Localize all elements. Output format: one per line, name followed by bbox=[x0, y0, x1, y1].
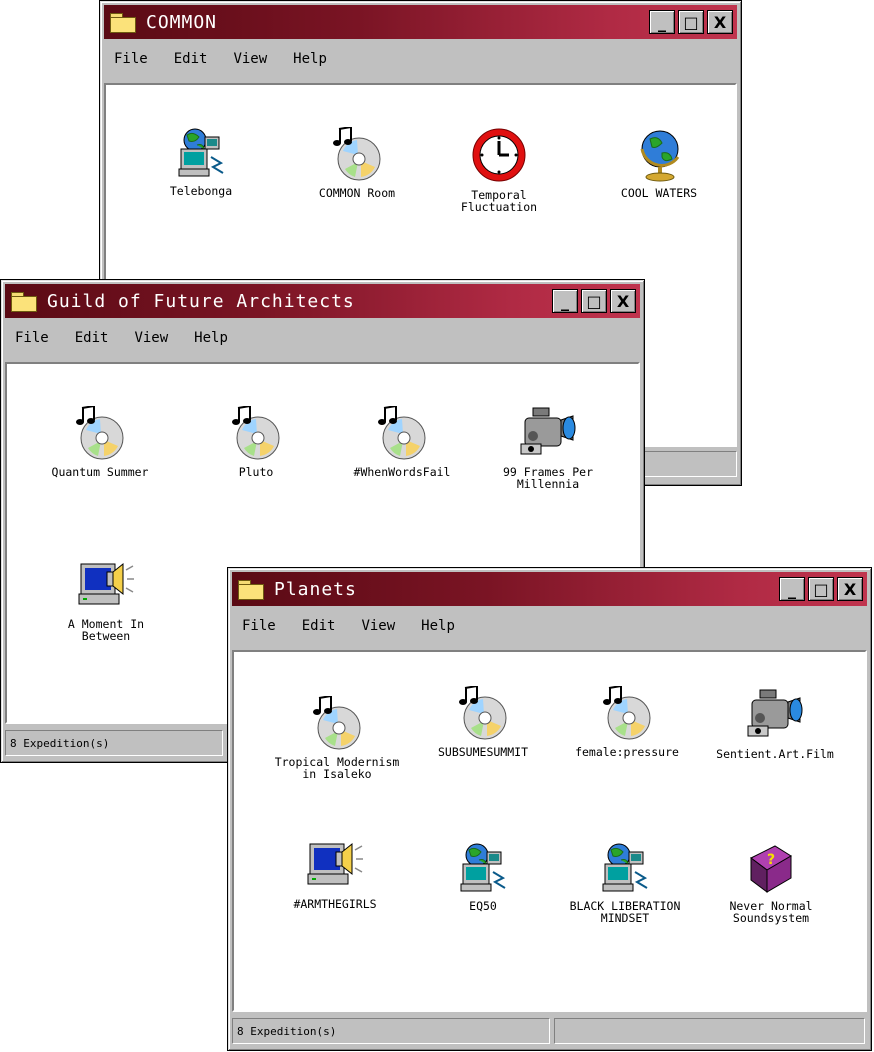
menu-bar: File Edit View Help bbox=[232, 608, 867, 644]
window-planets: Planets _ □ X File Edit View Help Tropic… bbox=[227, 567, 872, 1051]
menu-help[interactable]: Help bbox=[421, 618, 455, 634]
desktop-icon-female-pressure[interactable]: female:pressure bbox=[562, 686, 692, 758]
title-bar[interactable]: COMMON _ □ X bbox=[104, 5, 737, 39]
icon-label: Pluto bbox=[238, 465, 274, 479]
desktop-icon-eq50[interactable]: EQ50 bbox=[418, 842, 548, 912]
desktop-icon-black-liberation-mindset[interactable]: BLACK LIBERATION MINDSET bbox=[560, 842, 690, 924]
music-cd-icon bbox=[603, 686, 651, 740]
icon-label: Telebonga bbox=[169, 184, 233, 198]
title-bar[interactable]: Planets _ □ X bbox=[232, 572, 867, 606]
window-title: Planets bbox=[274, 578, 357, 600]
menu-file[interactable]: File bbox=[114, 51, 148, 67]
desktop-icon-99-frames[interactable]: 99 Frames Per Millennia bbox=[483, 406, 613, 490]
desktop-icon-never-normal-soundsystem[interactable]: ? Never Normal Soundsystem bbox=[706, 842, 836, 924]
desktop-icon-common-room[interactable]: COMMON Room bbox=[292, 127, 422, 199]
folder-icon bbox=[110, 12, 136, 33]
status-bar: 8 Expedition(s) bbox=[5, 730, 223, 756]
music-cd-icon bbox=[232, 406, 280, 460]
icon-label: Sentient.Art.Film bbox=[716, 747, 834, 761]
menu-view[interactable]: View bbox=[134, 330, 168, 346]
icon-label: COMMON Room bbox=[318, 186, 396, 200]
menu-edit[interactable]: Edit bbox=[75, 330, 109, 346]
menu-edit[interactable]: Edit bbox=[302, 618, 336, 634]
menu-bar: File Edit View Help bbox=[5, 320, 640, 356]
desktop-icon-armthegirls[interactable]: #ARMTHEGIRLS bbox=[270, 836, 400, 910]
icon-label: Temporal Fluctuation bbox=[460, 188, 538, 214]
status-text: 8 Expedition(s) bbox=[237, 1025, 337, 1038]
status-bar: 8 Expedition(s) bbox=[232, 1018, 550, 1044]
menu-view[interactable]: View bbox=[361, 618, 395, 634]
svg-text:?: ? bbox=[767, 852, 775, 868]
menu-file[interactable]: File bbox=[15, 330, 49, 346]
multimedia-computer-icon bbox=[78, 562, 134, 605]
globe-icon bbox=[640, 130, 680, 182]
icon-label: 99 Frames Per Millennia bbox=[502, 465, 593, 491]
network-computer-icon bbox=[460, 843, 506, 892]
minimize-button[interactable]: _ bbox=[552, 289, 578, 313]
music-cd-icon bbox=[378, 406, 426, 460]
multimedia-computer-icon bbox=[307, 842, 363, 885]
folder-icon bbox=[11, 291, 37, 312]
desktop-icon-a-moment-in-between[interactable]: A Moment In Between bbox=[41, 556, 171, 642]
menu-edit[interactable]: Edit bbox=[174, 51, 208, 67]
desktop-icon-temporal-fluctuation[interactable]: Temporal Fluctuation bbox=[434, 127, 564, 213]
status-bar-secondary bbox=[554, 1018, 865, 1044]
desktop-icon-quantum-summer[interactable]: Quantum Summer bbox=[35, 406, 165, 478]
maximize-button[interactable]: □ bbox=[581, 289, 607, 313]
icon-label: Quantum Summer bbox=[51, 465, 149, 479]
clock-icon bbox=[472, 128, 526, 182]
icon-label: female:pressure bbox=[575, 745, 679, 759]
icon-label: A Moment In Between bbox=[67, 617, 145, 643]
desktop-icon-pluto[interactable]: Pluto bbox=[191, 406, 321, 478]
icon-label: EQ50 bbox=[469, 899, 497, 913]
menu-help[interactable]: Help bbox=[194, 330, 228, 346]
minimize-button[interactable]: _ bbox=[779, 577, 805, 601]
music-cd-icon bbox=[313, 696, 361, 750]
maximize-button[interactable]: □ bbox=[808, 577, 834, 601]
icon-label: COOL WATERS bbox=[620, 186, 698, 200]
menu-help[interactable]: Help bbox=[293, 51, 327, 67]
window-title: COMMON bbox=[146, 11, 218, 33]
help-book-icon: ? bbox=[750, 845, 792, 893]
network-computer-icon bbox=[602, 843, 648, 892]
music-cd-icon bbox=[76, 406, 124, 460]
close-button[interactable]: X bbox=[837, 577, 863, 601]
minimize-button[interactable]: _ bbox=[649, 10, 675, 34]
desktop-icon-subsumesummit[interactable]: SUBSUMESUMMIT bbox=[418, 686, 548, 758]
music-cd-icon bbox=[459, 686, 507, 740]
menu-file[interactable]: File bbox=[242, 618, 276, 634]
folder-icon bbox=[238, 579, 264, 600]
network-computer-icon bbox=[178, 128, 224, 177]
menu-view[interactable]: View bbox=[233, 51, 267, 67]
icon-label: #ARMTHEGIRLS bbox=[293, 897, 377, 911]
close-button[interactable]: X bbox=[707, 10, 733, 34]
video-camera-icon bbox=[747, 689, 803, 737]
close-button[interactable]: X bbox=[610, 289, 636, 313]
desktop-icon-tropical-modernism[interactable]: Tropical Modernism in Isaleko bbox=[272, 696, 402, 780]
status-text: 8 Expedition(s) bbox=[10, 737, 110, 750]
maximize-button[interactable]: □ bbox=[678, 10, 704, 34]
window-title: Guild of Future Architects bbox=[47, 290, 355, 312]
desktop-icon-whenwordsfail[interactable]: #WhenWordsFail bbox=[337, 406, 467, 478]
icon-label: Tropical Modernism in Isaleko bbox=[274, 755, 400, 781]
icon-label: #WhenWordsFail bbox=[353, 465, 451, 479]
icon-label: BLACK LIBERATION MINDSET bbox=[569, 899, 681, 925]
music-cd-icon bbox=[333, 127, 381, 181]
folder-content: Tropical Modernism in Isaleko SUBSUMESUM… bbox=[232, 650, 867, 1012]
video-camera-icon bbox=[520, 407, 576, 455]
menu-bar: File Edit View Help bbox=[104, 41, 737, 77]
desktop-icon-cool-waters[interactable]: COOL WATERS bbox=[594, 127, 724, 199]
title-bar[interactable]: Guild of Future Architects _ □ X bbox=[5, 284, 640, 318]
icon-label: SUBSUMESUMMIT bbox=[437, 745, 528, 759]
desktop-icon-sentient-art-film[interactable]: Sentient.Art.Film bbox=[710, 688, 840, 760]
desktop-icon-telebonga[interactable]: Telebonga bbox=[136, 127, 266, 197]
icon-label: Never Normal Soundsystem bbox=[729, 899, 813, 925]
